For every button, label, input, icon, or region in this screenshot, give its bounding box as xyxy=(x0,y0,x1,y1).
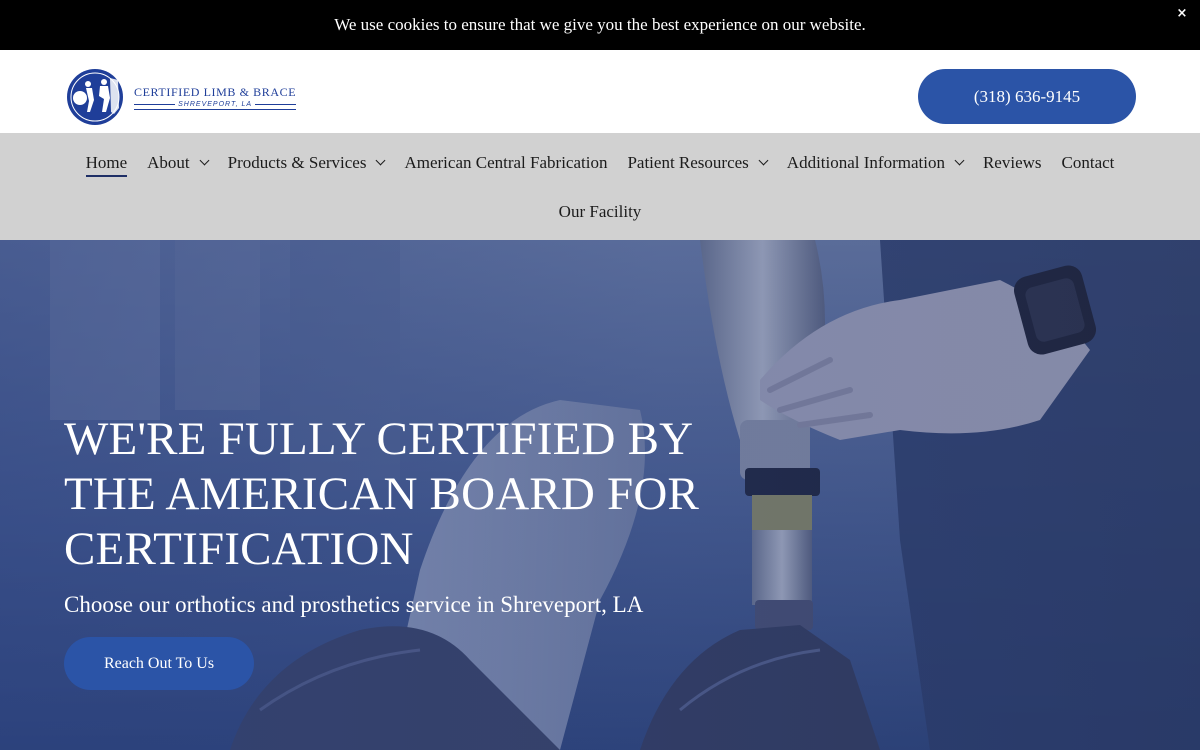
hero-title-line: WE'RE FULLY CERTIFIED BY xyxy=(64,413,694,465)
nav-item-label: Additional Information xyxy=(786,152,945,172)
nav-item-label: Home xyxy=(85,152,128,172)
reach-out-button[interactable]: Reach Out To Us xyxy=(64,637,254,690)
nav-item-patient-resources[interactable]: Patient Resources xyxy=(627,150,769,175)
nav-item-about[interactable]: About xyxy=(147,150,210,175)
nav-item-american-central-fabrication[interactable]: American Central Fabrication xyxy=(404,150,607,175)
chevron-down-icon xyxy=(758,155,769,166)
hero-subtitle: Choose our orthotics and prosthetics ser… xyxy=(64,592,644,617)
nav-item-products-services[interactable]: Products & Services xyxy=(227,150,386,175)
logo-wordmark: CERTIFIED LIMB & BRACE SHREVEPORT, LA xyxy=(134,84,297,110)
hero-title-line: THE AMERICAN BOARD FOR xyxy=(64,468,700,520)
logo-divider xyxy=(255,103,297,105)
nav-item-label: Contact xyxy=(1061,152,1115,172)
logo-divider xyxy=(134,103,176,105)
nav-item-contact[interactable]: Contact xyxy=(1062,150,1115,175)
logo-emblem-icon xyxy=(67,69,123,125)
nav-row: Our Facility xyxy=(0,199,1200,224)
nav-item-label: About xyxy=(147,152,190,172)
nav-item-label: Products & Services xyxy=(227,152,367,172)
logo-subline: SHREVEPORT, LA xyxy=(134,100,297,108)
phone-button[interactable]: (318) 636-9145 xyxy=(918,69,1136,124)
chevron-down-icon xyxy=(199,155,210,166)
main-nav: Home About Products & Services American … xyxy=(0,133,1200,240)
close-icon[interactable]: × xyxy=(1174,6,1190,22)
nav-item-home[interactable]: Home xyxy=(85,150,128,177)
logo-location: SHREVEPORT, LA xyxy=(178,100,253,108)
hero-title: WE'RE FULLY CERTIFIED BY THE AMERICAN BO… xyxy=(64,412,764,577)
nav-item-reviews[interactable]: Reviews xyxy=(983,150,1042,175)
nav-item-label: Our Facility xyxy=(558,201,642,221)
logo-divider xyxy=(134,108,297,110)
nav-item-label: American Central Fabrication xyxy=(404,152,608,172)
nav-row: Home About Products & Services American … xyxy=(0,150,1200,177)
nav-item-label: Reviews xyxy=(982,152,1042,172)
nav-item-additional-information[interactable]: Additional Information xyxy=(786,150,965,175)
nav-item-label: Patient Resources xyxy=(627,152,749,172)
hero-section: WE'RE FULLY CERTIFIED BY THE AMERICAN BO… xyxy=(0,240,1200,750)
cookie-message: We use cookies to ensure that we give yo… xyxy=(334,15,866,34)
nav-item-our-facility[interactable]: Our Facility xyxy=(559,199,642,224)
logo-name: CERTIFIED LIMB & BRACE xyxy=(134,84,297,99)
site-header: CERTIFIED LIMB & BRACE SHREVEPORT, LA (3… xyxy=(0,50,1200,133)
hero-title-line: CERTIFICATION xyxy=(64,523,414,575)
cookie-banner: We use cookies to ensure that we give yo… xyxy=(0,0,1200,50)
site-logo[interactable]: CERTIFIED LIMB & BRACE SHREVEPORT, LA xyxy=(66,68,297,126)
chevron-down-icon xyxy=(376,155,386,166)
chevron-down-icon xyxy=(954,155,965,166)
